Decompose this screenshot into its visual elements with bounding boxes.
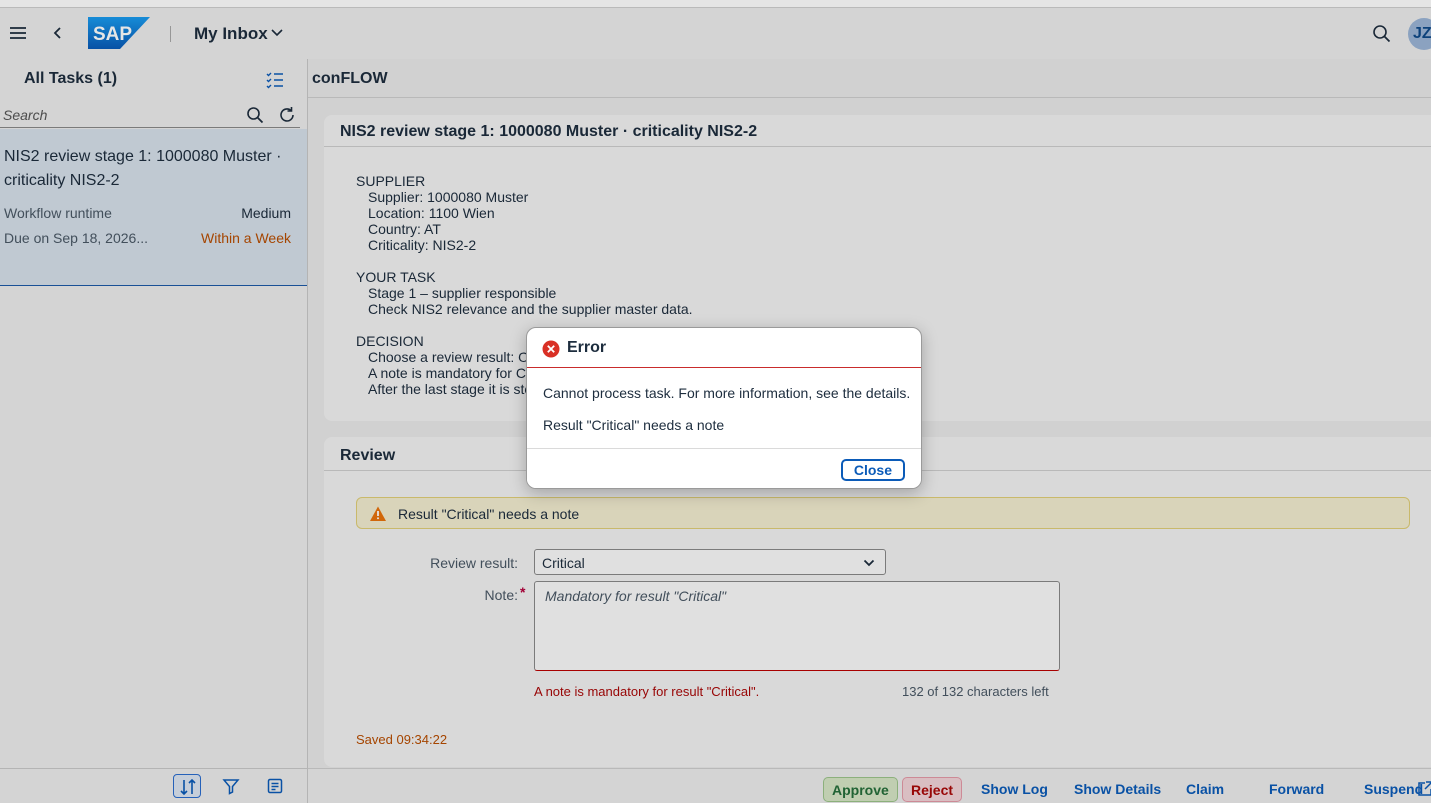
error-icon <box>542 340 560 358</box>
dialog-message: Cannot process task. For more informatio… <box>543 385 911 401</box>
error-dialog: Error Cannot process task. For more info… <box>526 327 922 489</box>
dialog-header: Error <box>527 328 921 368</box>
dialog-detail: Result "Critical" needs a note <box>543 417 725 433</box>
dialog-title: Error <box>567 339 607 356</box>
close-button[interactable]: Close <box>840 459 905 481</box>
dialog-footer: Close <box>527 448 921 488</box>
